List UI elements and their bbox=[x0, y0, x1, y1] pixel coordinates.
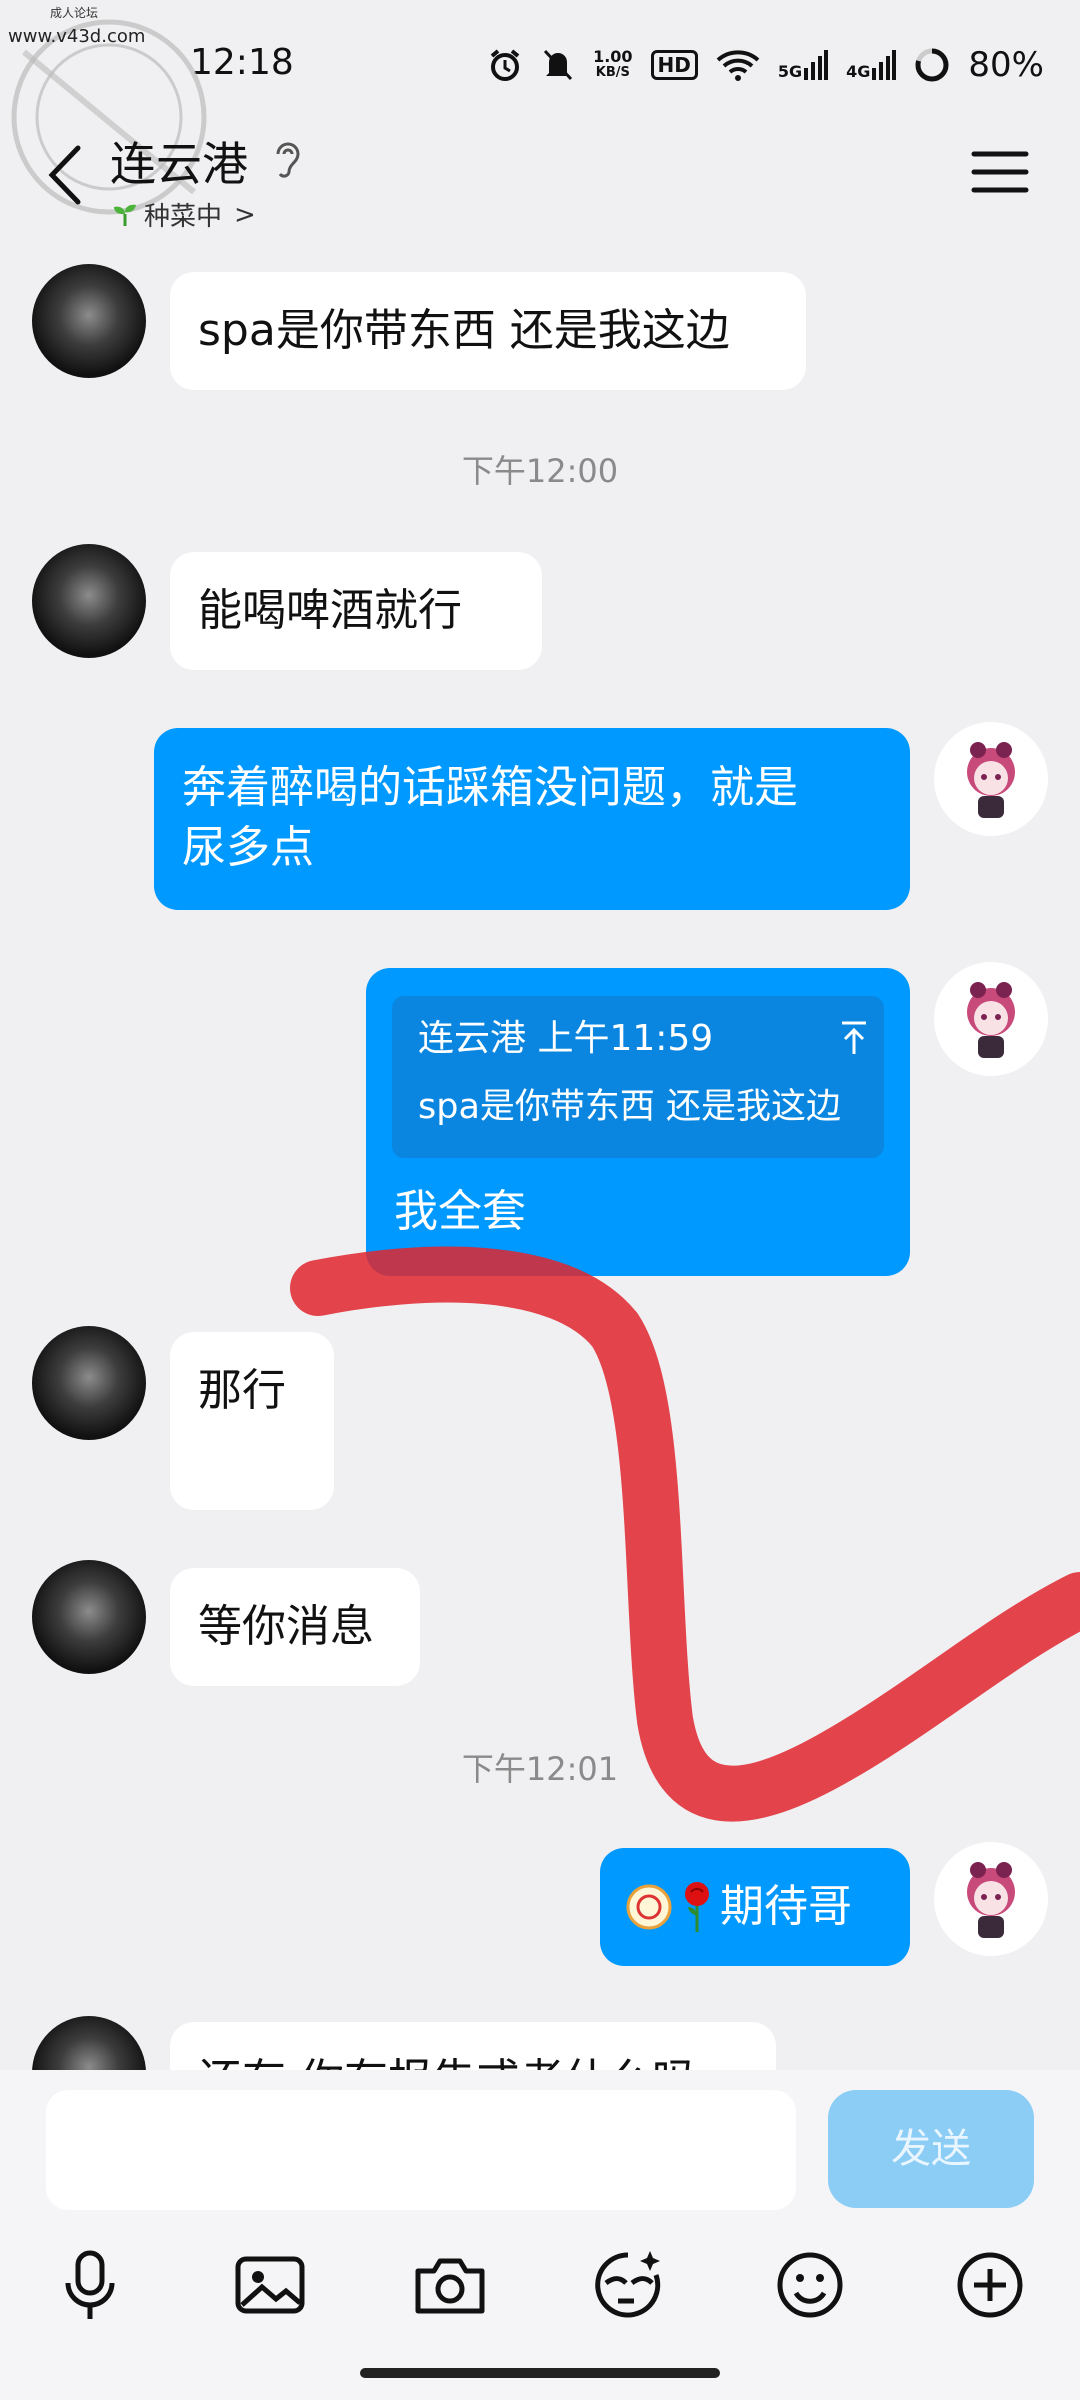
message-text-line: 尿多点 bbox=[182, 822, 314, 873]
quoted-message[interactable]: 连云港 上午11:59 spa是你带东西 还是我这边 bbox=[392, 996, 884, 1158]
anime-avatar-icon bbox=[967, 982, 1015, 1058]
quote-header: 连云港 上午11:59 bbox=[418, 1018, 714, 1059]
watermark-url: www.v43d.com bbox=[8, 26, 146, 47]
image-icon[interactable] bbox=[230, 2245, 310, 2325]
quote-text: spa是你带东西 还是我这边 bbox=[418, 1087, 842, 1127]
message-input[interactable] bbox=[46, 2090, 796, 2210]
anime-avatar-icon bbox=[967, 742, 1015, 818]
signal-5g: 5G bbox=[778, 50, 829, 80]
my-avatar[interactable] bbox=[934, 962, 1048, 1076]
message-bubble-outgoing-reply[interactable]: 连云港 上午11:59 spa是你带东西 还是我这边 我全套 bbox=[366, 968, 910, 1276]
emoji-icon[interactable] bbox=[770, 2245, 850, 2325]
contact-avatar[interactable] bbox=[32, 1560, 146, 1674]
my-avatar[interactable] bbox=[934, 1842, 1048, 1956]
signal-bars-icon bbox=[872, 50, 897, 80]
message-bubble-incoming[interactable]: 等你消息 bbox=[170, 1568, 420, 1686]
chat-title[interactable]: 连云港 bbox=[110, 128, 248, 194]
alarm-icon bbox=[490, 49, 520, 81]
mic-icon[interactable] bbox=[50, 2245, 130, 2325]
watermark-top-text: 成人论坛 bbox=[50, 6, 99, 20]
message-bubble-incoming[interactable]: spa是你带东西 还是我这边 bbox=[170, 272, 806, 390]
message-text: 期待哥 bbox=[720, 1881, 852, 1932]
net-speed: 1.00 KB/S bbox=[593, 47, 633, 81]
my-avatar[interactable] bbox=[934, 722, 1048, 836]
jump-to-top-icon[interactable] bbox=[840, 1020, 868, 1056]
home-indicator[interactable] bbox=[360, 2368, 720, 2378]
battery-ring-icon bbox=[915, 48, 949, 82]
message-text: 等你消息 bbox=[198, 1601, 374, 1652]
sprout-icon bbox=[114, 204, 136, 226]
send-button[interactable]: 发送 bbox=[828, 2090, 1034, 2208]
plus-icon[interactable] bbox=[950, 2245, 1030, 2325]
battery-percent: 80% bbox=[968, 45, 1044, 85]
message-bubble-incoming[interactable]: 那行 bbox=[170, 1332, 334, 1510]
chat-status[interactable]: 种菜中 > bbox=[112, 196, 256, 233]
camera-icon[interactable] bbox=[410, 2245, 490, 2325]
timestamp: 下午12:00 bbox=[461, 452, 619, 490]
status-icons: 1.00 KB/S HD 5G 4G 80% bbox=[487, 40, 1044, 90]
chat-status-text: 种菜中 bbox=[144, 202, 223, 232]
sticker-icon[interactable] bbox=[588, 2245, 668, 2325]
message-text-line: 奔着醉喝的话踩箱没问题，就是 bbox=[182, 762, 798, 813]
anime-avatar-icon bbox=[967, 1862, 1015, 1938]
message-text: 能喝啤酒就行 bbox=[198, 585, 462, 636]
menu-button[interactable] bbox=[970, 148, 1030, 196]
signal-4g: 4G bbox=[846, 50, 897, 80]
contact-avatar[interactable] bbox=[32, 1326, 146, 1440]
message-text: spa是你带东西 还是我这边 bbox=[198, 305, 730, 356]
message-text: 那行 bbox=[198, 1365, 286, 1416]
mute-icon bbox=[543, 49, 573, 81]
message-bubble-outgoing[interactable]: 奔着醉喝的话踩箱没问题，就是 尿多点 bbox=[154, 728, 910, 910]
message-bubble-incoming[interactable]: 能喝啤酒就行 bbox=[170, 552, 542, 670]
contact-avatar[interactable] bbox=[32, 544, 146, 658]
wifi-icon bbox=[716, 50, 760, 81]
contact-avatar[interactable] bbox=[32, 264, 146, 378]
signal-bars-icon bbox=[804, 50, 829, 80]
hd-badge: HD bbox=[650, 50, 698, 80]
back-button[interactable] bbox=[40, 140, 90, 210]
timestamp: 下午12:01 bbox=[461, 1750, 619, 1788]
ear-icon[interactable] bbox=[270, 136, 306, 184]
chevron-right-icon: > bbox=[234, 199, 256, 230]
stamp-emoji-icon bbox=[626, 1884, 672, 1930]
message-text: 我全套 bbox=[394, 1186, 526, 1237]
rose-icon bbox=[685, 1882, 709, 1932]
message-bubble-outgoing[interactable]: 期待哥 bbox=[600, 1848, 910, 1966]
